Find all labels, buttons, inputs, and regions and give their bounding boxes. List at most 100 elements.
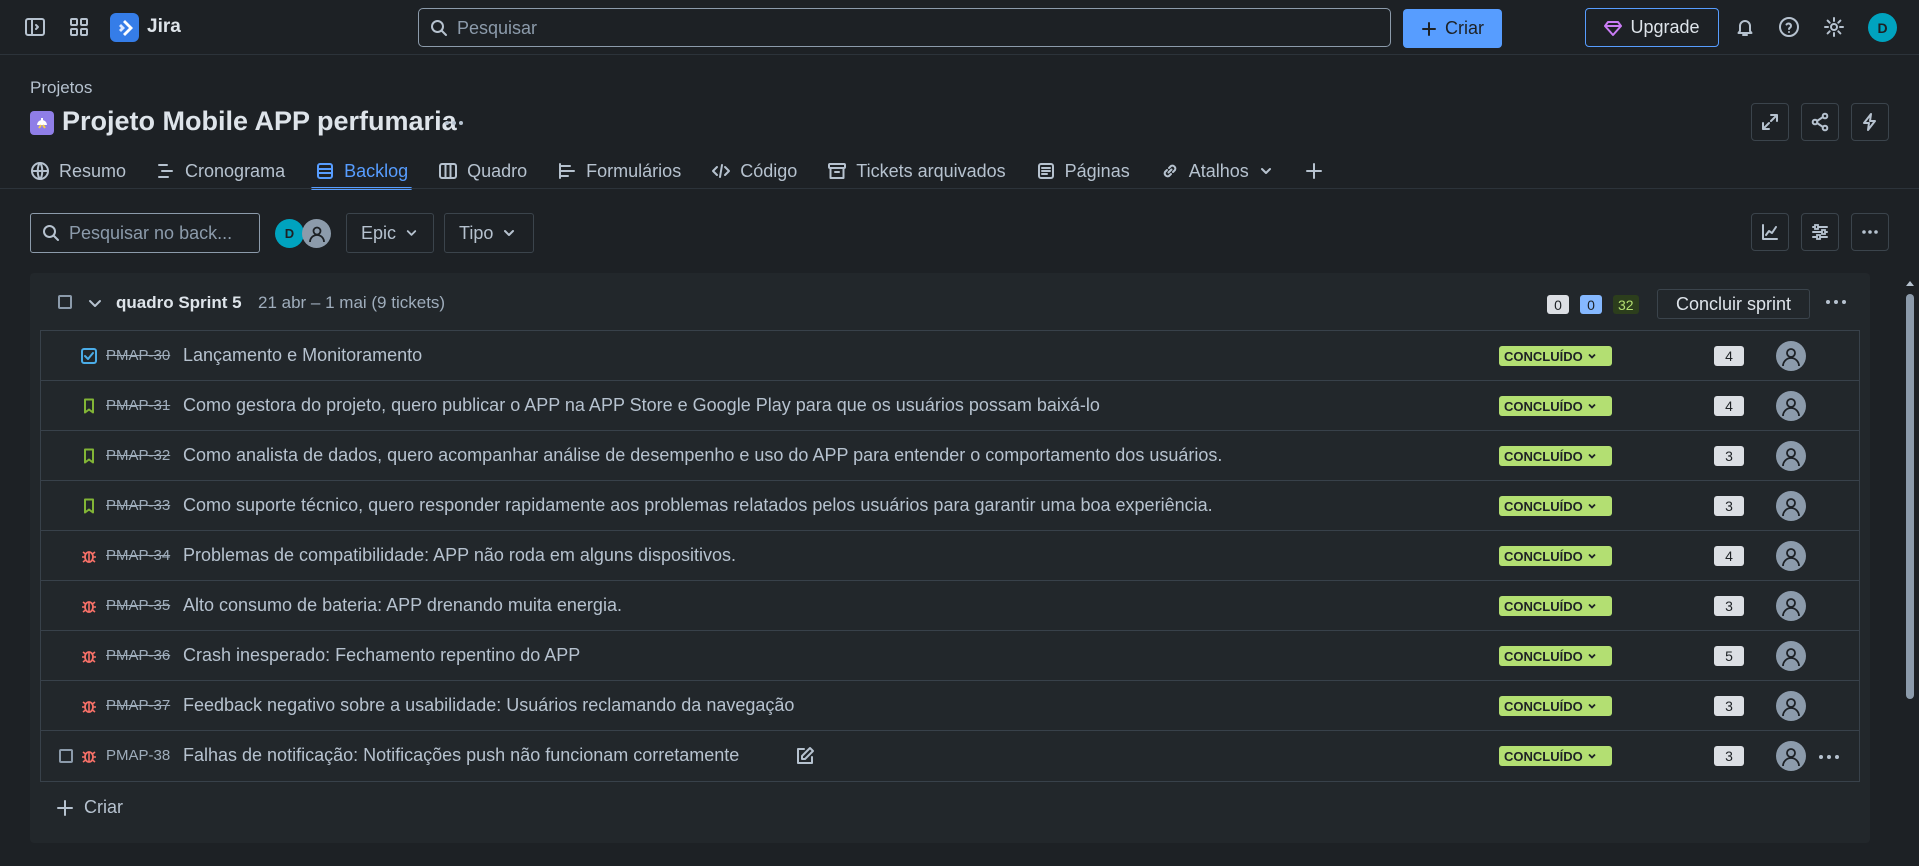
- issue-row[interactable]: PMAP-32 Como analista de dados, quero ac…: [41, 431, 1859, 481]
- issue-row[interactable]: PMAP-30 Lançamento e Monitoramento CONCL…: [41, 331, 1859, 381]
- status-badge[interactable]: CONCLUÍDO: [1499, 596, 1612, 616]
- issue-key[interactable]: PMAP-37: [106, 697, 170, 714]
- global-search-input[interactable]: Pesquisar: [418, 8, 1391, 47]
- assignee-avatar[interactable]: [1776, 491, 1806, 521]
- story-points-badge[interactable]: 3: [1714, 496, 1744, 516]
- automation-button[interactable]: [1851, 103, 1889, 141]
- issue-key[interactable]: PMAP-34: [106, 547, 170, 564]
- filter-avatar-user[interactable]: D: [275, 219, 304, 248]
- issue-row[interactable]: PMAP-38 Falhas de notificação: Notificaç…: [41, 731, 1859, 781]
- app-switcher-icon[interactable]: [66, 14, 92, 40]
- issue-summary[interactable]: Crash inesperado: Fechamento repentino d…: [183, 645, 580, 666]
- insights-button[interactable]: [1751, 213, 1789, 251]
- sidebar-toggle-icon[interactable]: [22, 14, 48, 40]
- issue-summary[interactable]: Como analista de dados, quero acompanhar…: [183, 445, 1222, 466]
- tab-formularios[interactable]: Formulários: [557, 155, 681, 187]
- issue-row[interactable]: PMAP-31 Como gestora do projeto, quero p…: [41, 381, 1859, 431]
- user-avatar[interactable]: D: [1868, 13, 1897, 42]
- chevron-down-icon[interactable]: [86, 294, 104, 312]
- issue-summary[interactable]: Lançamento e Monitoramento: [183, 345, 422, 366]
- backlog-search-input[interactable]: Pesquisar no back...: [30, 213, 260, 253]
- tab-resumo[interactable]: Resumo: [30, 155, 126, 187]
- more-actions-button[interactable]: [1851, 213, 1889, 251]
- assignee-avatar[interactable]: [1776, 741, 1806, 771]
- issue-summary[interactable]: Alto consumo de bateria: APP drenando mu…: [183, 595, 622, 616]
- issue-summary[interactable]: Falhas de notificação: Notificações push…: [183, 745, 739, 766]
- issue-row[interactable]: PMAP-34 Problemas de compatibilidade: AP…: [41, 531, 1859, 581]
- create-issue-button[interactable]: Criar: [56, 797, 123, 818]
- story-points-badge[interactable]: 3: [1714, 746, 1744, 766]
- view-settings-button[interactable]: [1801, 213, 1839, 251]
- breadcrumb[interactable]: Projetos: [30, 78, 92, 98]
- assignee-avatar[interactable]: [1776, 441, 1806, 471]
- issue-key[interactable]: PMAP-38: [106, 747, 170, 764]
- story-points-badge[interactable]: 3: [1714, 596, 1744, 616]
- status-badge[interactable]: CONCLUÍDO: [1499, 546, 1612, 566]
- story-points-badge[interactable]: 3: [1714, 446, 1744, 466]
- conclude-sprint-button[interactable]: Concluir sprint: [1657, 289, 1810, 319]
- status-badge[interactable]: CONCLUÍDO: [1499, 746, 1612, 766]
- issue-key[interactable]: PMAP-36: [106, 647, 170, 664]
- share-button[interactable]: [1801, 103, 1839, 141]
- issue-summary[interactable]: Como suporte técnico, quero responder ra…: [183, 495, 1213, 516]
- tab-cronograma[interactable]: Cronograma: [156, 155, 285, 187]
- tab-backlog[interactable]: Backlog: [311, 155, 413, 190]
- status-badge[interactable]: CONCLUÍDO: [1499, 396, 1612, 416]
- story-points-badge[interactable]: 4: [1714, 546, 1744, 566]
- edit-pencil-icon[interactable]: [795, 746, 815, 766]
- tab-tickets-arquivados[interactable]: Tickets arquivados: [827, 155, 1006, 187]
- issue-more-icon[interactable]: [1818, 753, 1840, 761]
- story-points-badge[interactable]: 4: [1714, 396, 1744, 416]
- status-badge[interactable]: CONCLUÍDO: [1499, 446, 1612, 466]
- assignee-avatar[interactable]: [1776, 591, 1806, 621]
- issue-select-checkbox[interactable]: [59, 749, 73, 763]
- issue-key[interactable]: PMAP-30: [106, 347, 170, 364]
- project-more-icon[interactable]: [443, 112, 465, 134]
- sprint-more-icon[interactable]: [1825, 297, 1847, 307]
- help-icon[interactable]: [1776, 14, 1802, 40]
- issue-summary[interactable]: Problemas de compatibilidade: APP não ro…: [183, 545, 736, 566]
- scroll-up-icon[interactable]: [1905, 279, 1915, 287]
- issue-key[interactable]: PMAP-31: [106, 397, 170, 414]
- create-button[interactable]: Criar: [1403, 9, 1502, 48]
- story-points-badge[interactable]: 3: [1714, 696, 1744, 716]
- assignee-avatar[interactable]: [1776, 641, 1806, 671]
- assignee-avatar[interactable]: [1776, 691, 1806, 721]
- tab-codigo[interactable]: Código: [711, 155, 797, 187]
- scrollbar-thumb[interactable]: [1906, 294, 1914, 699]
- issue-row[interactable]: PMAP-36 Crash inesperado: Fechamento rep…: [41, 631, 1859, 681]
- filter-avatar-unassigned[interactable]: [302, 219, 331, 248]
- type-filter-button[interactable]: Tipo: [444, 213, 534, 253]
- assignee-avatar[interactable]: [1776, 391, 1806, 421]
- sprint-select-checkbox[interactable]: [58, 295, 72, 309]
- fullscreen-button[interactable]: [1751, 103, 1789, 141]
- story-points-badge[interactable]: 5: [1714, 646, 1744, 666]
- issue-key[interactable]: PMAP-33: [106, 497, 170, 514]
- status-badge[interactable]: CONCLUÍDO: [1499, 346, 1612, 366]
- jira-logo-icon[interactable]: [110, 13, 139, 42]
- issue-summary[interactable]: Como gestora do projeto, quero publicar …: [183, 395, 1100, 416]
- add-tab-button[interactable]: [1304, 155, 1324, 187]
- notifications-bell-icon[interactable]: [1732, 14, 1758, 40]
- upgrade-button[interactable]: Upgrade: [1585, 8, 1719, 47]
- epic-filter-button[interactable]: Epic: [346, 213, 434, 253]
- scrollbar[interactable]: [1903, 275, 1917, 866]
- tab-quadro[interactable]: Quadro: [438, 155, 527, 187]
- app-name[interactable]: Jira: [147, 16, 181, 38]
- status-badge[interactable]: CONCLUÍDO: [1499, 646, 1612, 666]
- story-points-badge[interactable]: 4: [1714, 346, 1744, 366]
- status-badge[interactable]: CONCLUÍDO: [1499, 696, 1612, 716]
- tab-paginas[interactable]: Páginas: [1036, 155, 1130, 187]
- issue-row[interactable]: PMAP-37 Feedback negativo sobre a usabil…: [41, 681, 1859, 731]
- issue-key[interactable]: PMAP-32: [106, 447, 170, 464]
- issue-row[interactable]: PMAP-35 Alto consumo de bateria: APP dre…: [41, 581, 1859, 631]
- tab-atalhos[interactable]: Atalhos: [1160, 155, 1274, 187]
- issue-key[interactable]: PMAP-35: [106, 597, 170, 614]
- sprint-name[interactable]: quadro Sprint 5: [116, 293, 242, 313]
- status-badge[interactable]: CONCLUÍDO: [1499, 496, 1612, 516]
- assignee-avatar[interactable]: [1776, 341, 1806, 371]
- issue-summary[interactable]: Feedback negativo sobre a usabilidade: U…: [183, 695, 794, 716]
- issue-row[interactable]: PMAP-33 Como suporte técnico, quero resp…: [41, 481, 1859, 531]
- settings-gear-icon[interactable]: [1821, 14, 1847, 40]
- assignee-avatar[interactable]: [1776, 541, 1806, 571]
